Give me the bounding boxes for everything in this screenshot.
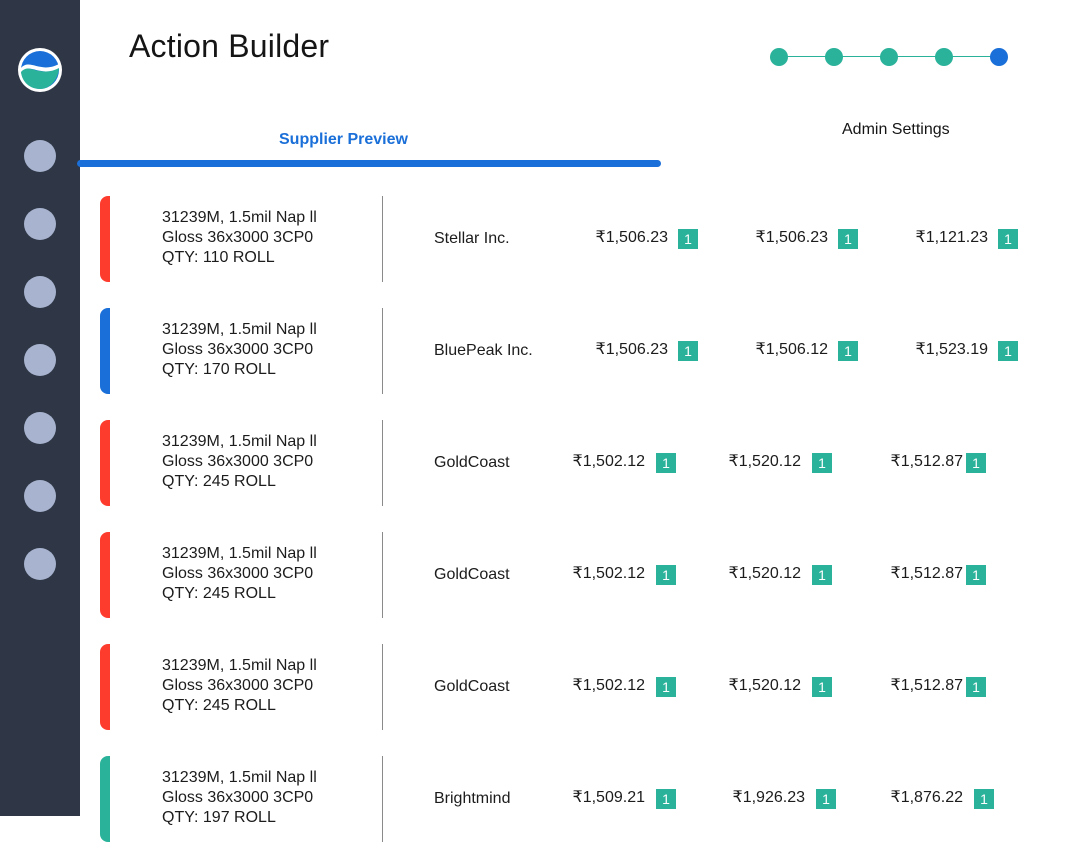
table-row[interactable]: 31239M, 1.5mil Nap ll Gloss 36x3000 3CP0 Q… bbox=[100, 532, 1060, 618]
supplier-name: BluePeak Inc. bbox=[434, 342, 533, 359]
supplier-name: GoldCoast bbox=[434, 454, 510, 471]
rank-badge[interactable]: 1 bbox=[678, 229, 698, 249]
product-line: 31239M, 1.5mil Nap ll bbox=[162, 769, 317, 786]
price-value: ₹1,512.87 bbox=[890, 453, 963, 470]
product-line: QTY: 197 ROLL bbox=[162, 809, 276, 826]
rank-badge[interactable]: 1 bbox=[838, 229, 858, 249]
supplier-name: GoldCoast bbox=[434, 566, 510, 583]
rank-badge[interactable]: 1 bbox=[812, 565, 832, 585]
rank-badge[interactable]: 1 bbox=[974, 789, 994, 809]
price-value: ₹1,523.19 bbox=[915, 341, 988, 358]
product-line: Gloss 36x3000 3CP0 bbox=[162, 341, 314, 358]
table-row[interactable]: 31239M, 1.5mil Nap ll Gloss 36x3000 3CP0 Q… bbox=[100, 308, 1060, 394]
product-description: 31239M, 1.5mil Nap ll Gloss 36x3000 3CP0 Q… bbox=[162, 320, 317, 380]
row-status-accent bbox=[100, 420, 110, 506]
price-value: ₹1,506.23 bbox=[755, 229, 828, 246]
rank-badge[interactable]: 1 bbox=[812, 453, 832, 473]
supplier-name: Stellar Inc. bbox=[434, 230, 510, 247]
rank-badge[interactable]: 1 bbox=[656, 677, 676, 697]
rank-badge[interactable]: 1 bbox=[966, 453, 986, 473]
product-line: QTY: 245 ROLL bbox=[162, 585, 276, 602]
table-row[interactable]: 31239M, 1.5mil Nap ll Gloss 36x3000 3CP0 Q… bbox=[100, 756, 1060, 842]
product-line: QTY: 245 ROLL bbox=[162, 697, 276, 714]
rank-badge[interactable]: 1 bbox=[656, 789, 676, 809]
product-line: 31239M, 1.5mil Nap ll bbox=[162, 321, 317, 338]
product-line: 31239M, 1.5mil Nap ll bbox=[162, 657, 317, 674]
rank-badge[interactable]: 1 bbox=[816, 789, 836, 809]
price-value: ₹1,520.12 bbox=[728, 565, 801, 582]
table-row[interactable]: 31239M, 1.5mil Nap ll Gloss 36x3000 3CP0 Q… bbox=[100, 196, 1060, 282]
price-value: ₹1,926.23 bbox=[732, 789, 805, 806]
rank-badge[interactable]: 1 bbox=[812, 677, 832, 697]
price-value: ₹1,520.12 bbox=[728, 453, 801, 470]
price-value: ₹1,876.22 bbox=[890, 789, 963, 806]
product-line: Gloss 36x3000 3CP0 bbox=[162, 565, 314, 582]
column-divider bbox=[382, 756, 383, 842]
product-description: 31239M, 1.5mil Nap ll Gloss 36x3000 3CP0 Q… bbox=[162, 208, 317, 268]
product-line: Gloss 36x3000 3CP0 bbox=[162, 677, 314, 694]
rank-badge[interactable]: 1 bbox=[998, 229, 1018, 249]
product-description: 31239M, 1.5mil Nap ll Gloss 36x3000 3CP0 Q… bbox=[162, 544, 317, 604]
rank-badge[interactable]: 1 bbox=[966, 677, 986, 697]
price-value: ₹1,121.23 bbox=[915, 229, 988, 246]
rank-badge[interactable]: 1 bbox=[678, 341, 698, 361]
product-line: QTY: 170 ROLL bbox=[162, 361, 276, 378]
row-status-accent bbox=[100, 196, 110, 282]
row-status-accent bbox=[100, 756, 110, 842]
price-value: ₹1,509.21 bbox=[572, 789, 645, 806]
supplier-list: 31239M, 1.5mil Nap ll Gloss 36x3000 3CP0 Q… bbox=[0, 0, 1086, 842]
rank-badge[interactable]: 1 bbox=[966, 565, 986, 585]
column-divider bbox=[382, 196, 383, 282]
product-description: 31239M, 1.5mil Nap ll Gloss 36x3000 3CP0 Q… bbox=[162, 768, 317, 828]
supplier-name: GoldCoast bbox=[434, 678, 510, 695]
price-value: ₹1,506.23 bbox=[595, 341, 668, 358]
rank-badge[interactable]: 1 bbox=[838, 341, 858, 361]
product-line: 31239M, 1.5mil Nap ll bbox=[162, 545, 317, 562]
price-value: ₹1,512.87 bbox=[890, 677, 963, 694]
row-status-accent bbox=[100, 532, 110, 618]
product-description: 31239M, 1.5mil Nap ll Gloss 36x3000 3CP0 Q… bbox=[162, 656, 317, 716]
price-value: ₹1,506.12 bbox=[755, 341, 828, 358]
product-line: Gloss 36x3000 3CP0 bbox=[162, 453, 314, 470]
price-value: ₹1,506.23 bbox=[595, 229, 668, 246]
rank-badge[interactable]: 1 bbox=[656, 565, 676, 585]
rank-badge[interactable]: 1 bbox=[998, 341, 1018, 361]
product-description: 31239M, 1.5mil Nap ll Gloss 36x3000 3CP0 Q… bbox=[162, 432, 317, 492]
column-divider bbox=[382, 532, 383, 618]
price-value: ₹1,502.12 bbox=[572, 453, 645, 470]
product-line: 31239M, 1.5mil Nap ll bbox=[162, 433, 317, 450]
product-line: QTY: 245 ROLL bbox=[162, 473, 276, 490]
rank-badge[interactable]: 1 bbox=[656, 453, 676, 473]
column-divider bbox=[382, 420, 383, 506]
product-line: QTY: 110 ROLL bbox=[162, 249, 275, 266]
table-row[interactable]: 31239M, 1.5mil Nap ll Gloss 36x3000 3CP0 Q… bbox=[100, 644, 1060, 730]
product-line: Gloss 36x3000 3CP0 bbox=[162, 229, 314, 246]
price-value: ₹1,502.12 bbox=[572, 677, 645, 694]
column-divider bbox=[382, 644, 383, 730]
supplier-name: Brightmind bbox=[434, 790, 511, 807]
row-status-accent bbox=[100, 644, 110, 730]
column-divider bbox=[382, 308, 383, 394]
table-row[interactable]: 31239M, 1.5mil Nap ll Gloss 36x3000 3CP0 Q… bbox=[100, 420, 1060, 506]
price-value: ₹1,520.12 bbox=[728, 677, 801, 694]
product-line: 31239M, 1.5mil Nap ll bbox=[162, 209, 317, 226]
price-value: ₹1,502.12 bbox=[572, 565, 645, 582]
price-value: ₹1,512.87 bbox=[890, 565, 963, 582]
product-line: Gloss 36x3000 3CP0 bbox=[162, 789, 314, 806]
row-status-accent bbox=[100, 308, 110, 394]
